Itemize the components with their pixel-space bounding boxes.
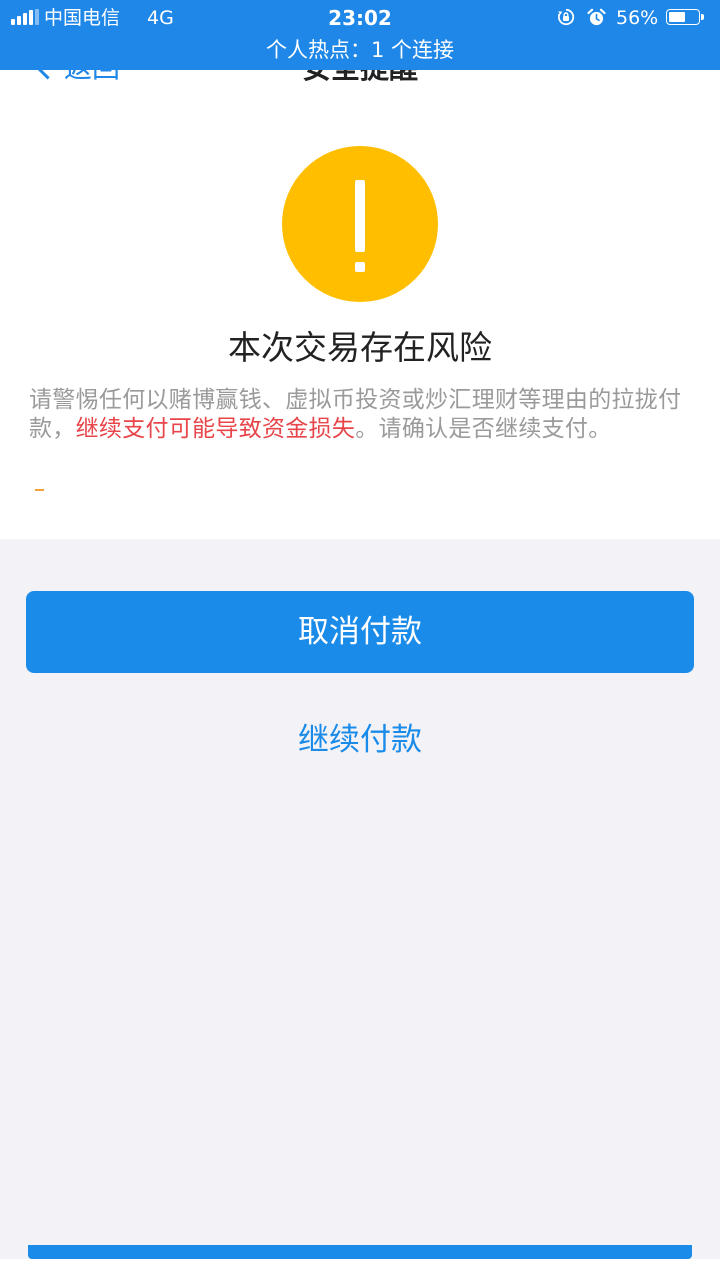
battery-icon: [666, 9, 706, 27]
page-title: 安全提醒: [0, 70, 720, 88]
decorative-dash: [35, 489, 44, 491]
continue-payment-button[interactable]: 继续付款: [210, 712, 510, 768]
confirm-text: 。请确认是否继续支付。: [355, 416, 612, 442]
hotspot-status[interactable]: 个人热点：1 个连接: [0, 37, 720, 63]
loss-warning-text: 继续支付可能导致资金损失: [75, 416, 356, 442]
warning-icon: [282, 146, 438, 302]
bottom-bar-edge: [28, 1245, 692, 1259]
risk-title: 本次交易存在风险: [228, 328, 492, 367]
status-time: 23:02: [328, 6, 392, 30]
status-bar: 中国电信 4G 23:02 56% 个人热点：1 个连接: [0, 0, 720, 70]
battery-percent: 56%: [616, 7, 659, 29]
risk-description: 请警惕任何以赌博赢钱、虚拟币投资或炒汇理财等理由的拉拢付款，继续支付可能导致资金…: [29, 386, 691, 444]
cancel-payment-button[interactable]: 取消付款: [26, 591, 694, 673]
rotation-lock-icon: [558, 8, 575, 26]
alarm-icon: [587, 8, 606, 26]
nav-bar: 返回 安全提醒: [0, 70, 720, 113]
risk-alert-card: 本次交易存在风险 请警惕任何以赌博赢钱、虚拟币投资或炒汇理财等理由的拉拢付款，继…: [0, 112, 720, 539]
status-row: 中国电信 4G 23:02 56%: [0, 0, 720, 38]
bottom-strip: [0, 1259, 720, 1280]
app-screen: 中国电信 4G 23:02 56% 个人热点：1 个连接 本次交易存在风险 请警…: [0, 0, 720, 1280]
